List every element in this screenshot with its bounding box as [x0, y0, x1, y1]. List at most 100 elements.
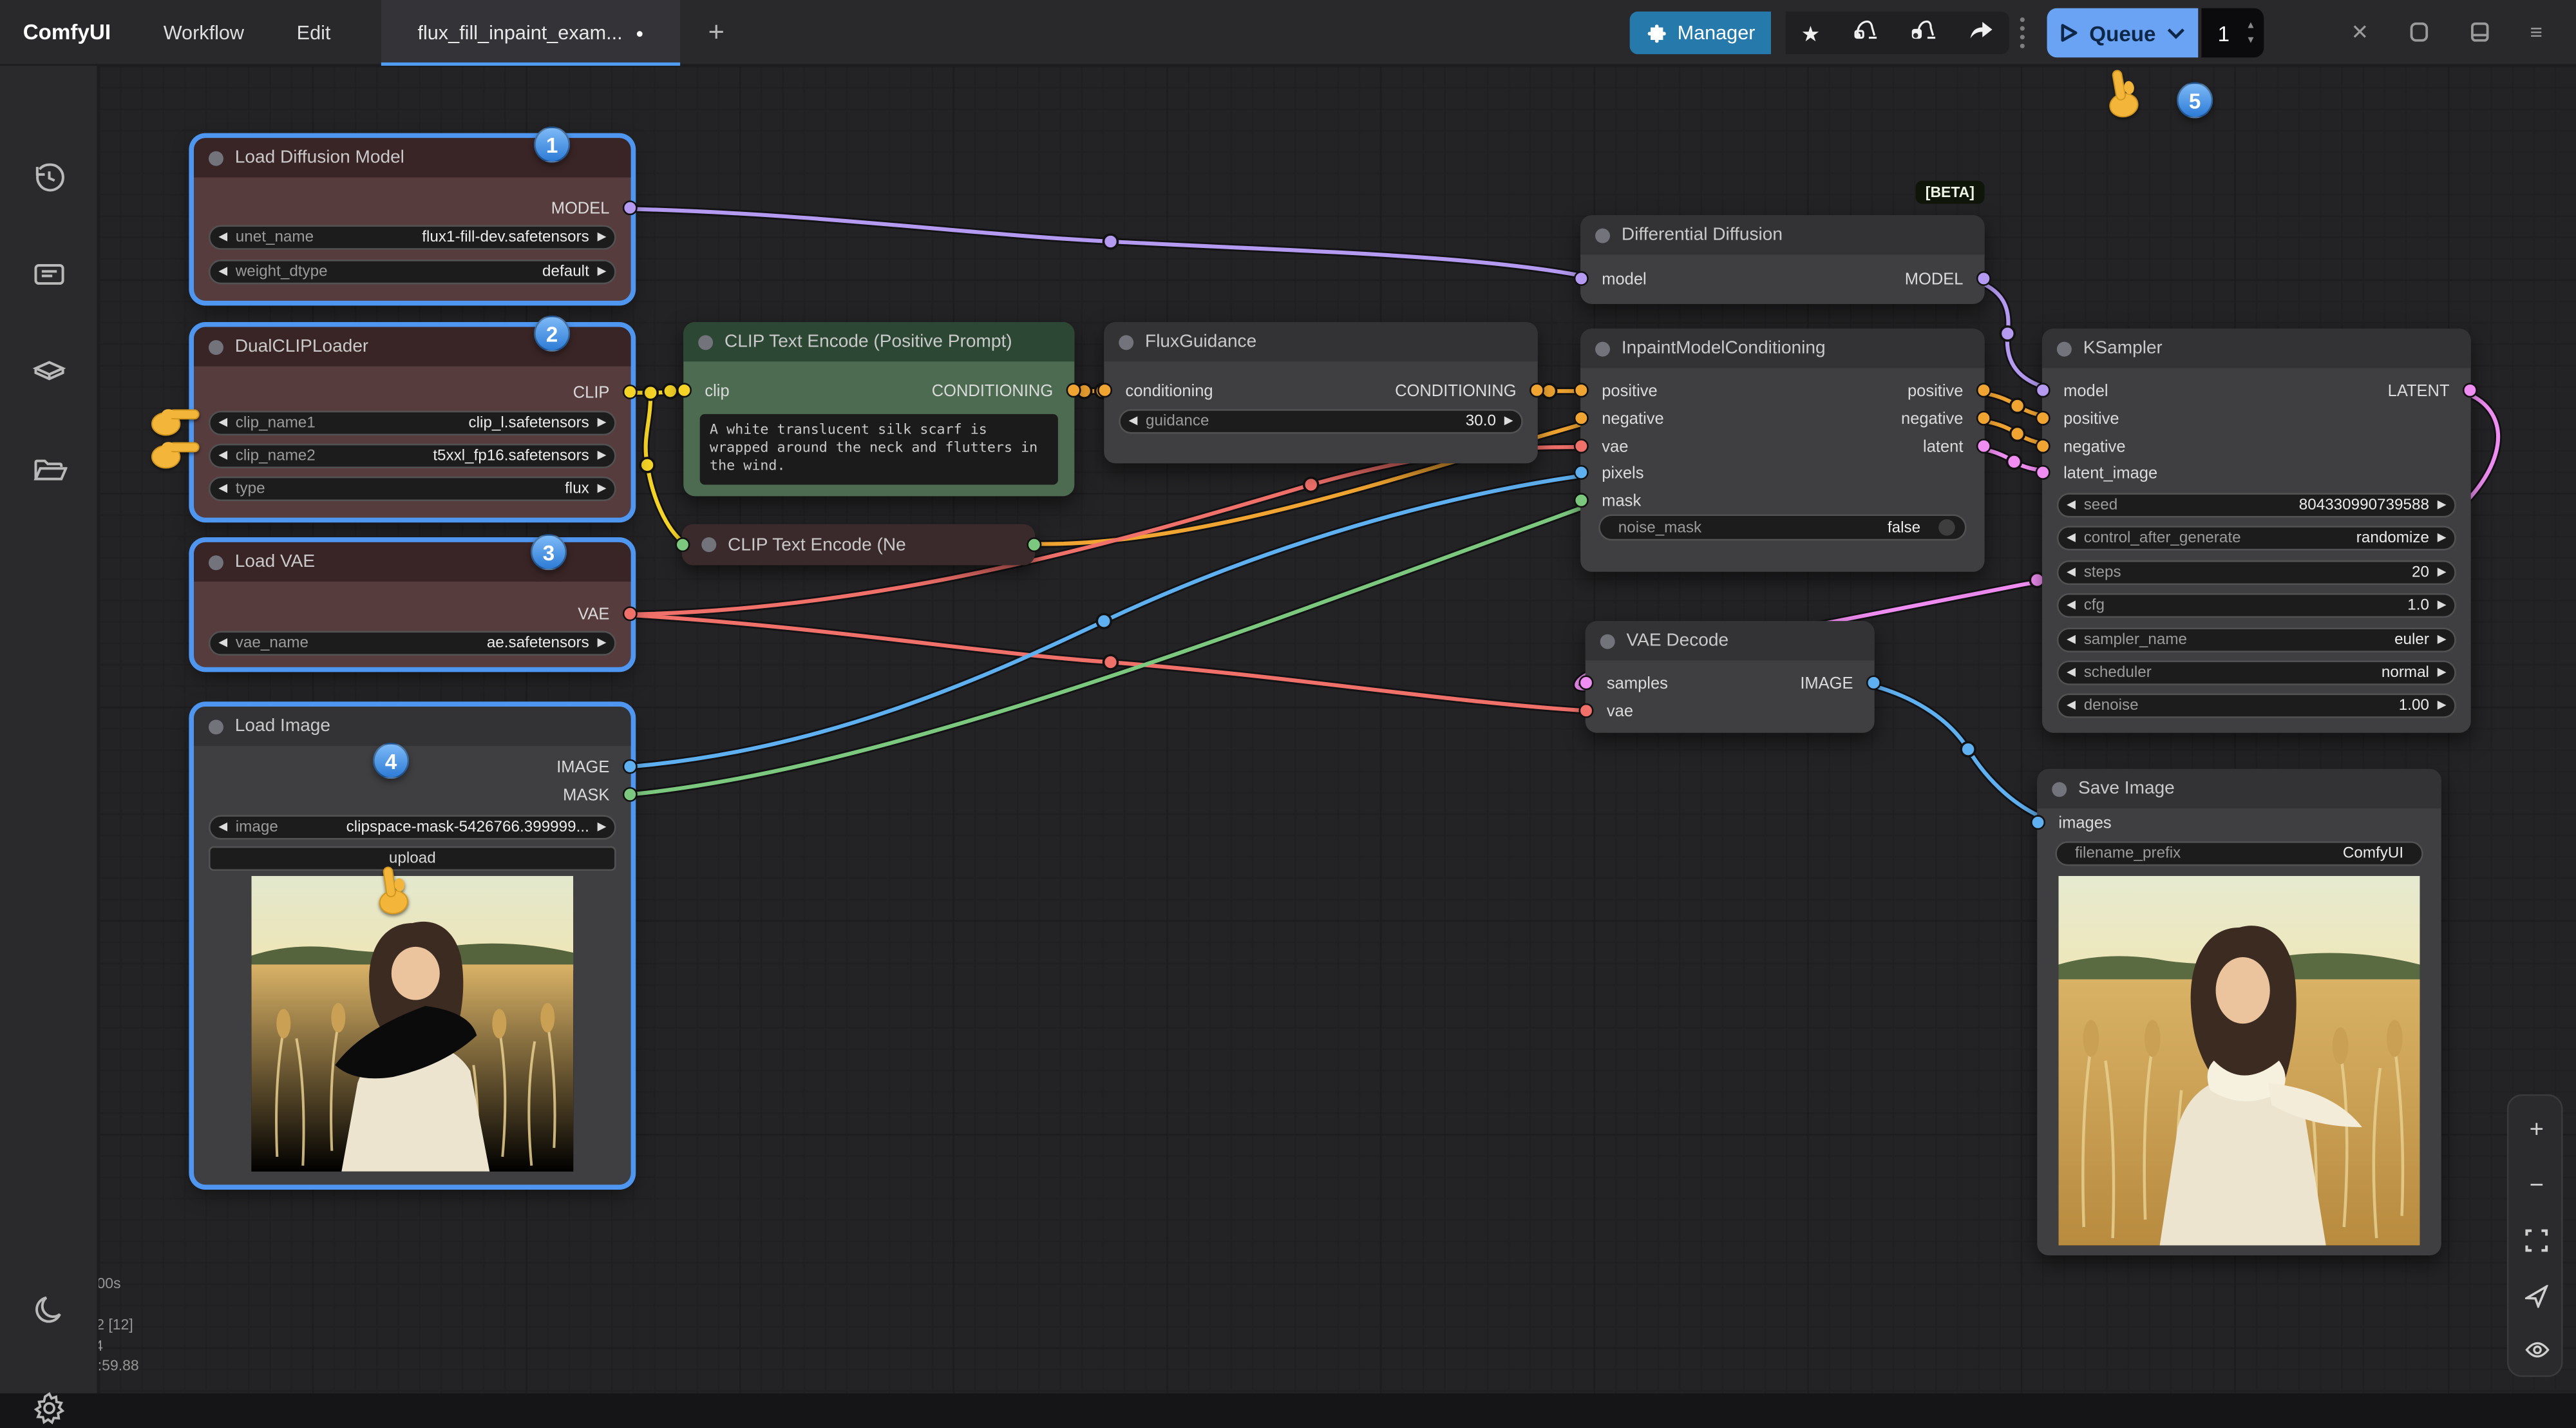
node-load-diffusion-model[interactable]: Load Diffusion Model MODEL ◀ unet_name f… — [194, 138, 631, 301]
drag-handle[interactable] — [2019, 17, 2025, 58]
input-pin-model[interactable] — [2036, 383, 2050, 397]
node-library-tab[interactable] — [30, 254, 69, 294]
output-pin-latent[interactable] — [1976, 439, 1991, 453]
output-pin-image[interactable] — [623, 759, 638, 774]
widget-weight-dtype[interactable]: ◀ weight_dtype default ▶ — [209, 260, 616, 284]
increment-arrow-icon[interactable]: ▶ — [598, 450, 607, 462]
output-pin-vae[interactable] — [623, 606, 638, 621]
increment-arrow-icon[interactable]: ▶ — [598, 638, 607, 649]
decrement-arrow-icon[interactable]: ◀ — [2067, 533, 2076, 545]
batch-decrement-icon[interactable]: ▼ — [2246, 35, 2255, 45]
output-pin-model[interactable] — [623, 200, 638, 215]
widget-scheduler[interactable]: ◀ scheduler normal ▶ — [2057, 661, 2456, 685]
workflows-tab[interactable] — [30, 450, 69, 490]
decrement-arrow-icon[interactable]: ◀ — [2067, 567, 2076, 578]
increment-arrow-icon[interactable]: ▶ — [2438, 701, 2447, 712]
node-vae-decode[interactable]: VAE Decode samples vae IMAGE — [1586, 621, 1875, 732]
toggle-knob[interactable] — [1938, 519, 1955, 536]
widget-filename-prefix[interactable]: filename_prefix ComfyUI — [2055, 841, 2423, 866]
decrement-arrow-icon[interactable]: ◀ — [218, 483, 227, 495]
increment-arrow-icon[interactable]: ▶ — [2438, 500, 2447, 511]
node-ksampler[interactable]: KSampler model positive negative latent_… — [2042, 328, 2471, 733]
input-pin-samples[interactable] — [1579, 675, 1594, 690]
node-header[interactable]: Differential Diffusion — [1580, 215, 1985, 254]
new-workflow-button[interactable]: + — [697, 13, 736, 52]
decrement-arrow-icon[interactable]: ◀ — [218, 822, 227, 833]
workflow-tab[interactable]: flux_fill_inpaint_exam... ● — [381, 0, 680, 66]
batch-count-stepper[interactable]: 1 ▲ ▼ — [2201, 8, 2264, 58]
output-pin-mask[interactable] — [623, 787, 638, 802]
output-pin-conditioning[interactable] — [1530, 383, 1544, 397]
decrement-arrow-icon[interactable]: ◀ — [2067, 634, 2076, 645]
node-load-image[interactable]: Load Image IMAGE MASK ◀ image clipspace-… — [194, 707, 631, 1185]
input-pin-negative[interactable] — [1574, 411, 1589, 426]
decrement-arrow-icon[interactable]: ◀ — [2067, 667, 2076, 679]
decrement-arrow-icon[interactable]: ◀ — [218, 638, 227, 649]
clear-queue-button[interactable] — [2409, 21, 2430, 48]
share-button[interactable] — [1967, 17, 1994, 48]
collapsed-input-pin[interactable] — [675, 537, 690, 552]
increment-arrow-icon[interactable]: ▶ — [2438, 567, 2447, 578]
manager-button[interactable]: Manager — [1630, 12, 1772, 54]
upload-button[interactable]: upload — [209, 846, 616, 871]
widget-image[interactable]: ◀ image clipspace-mask-5426766.399999...… — [209, 815, 616, 839]
decrement-arrow-icon[interactable]: ◀ — [2067, 701, 2076, 712]
output-pin-latent[interactable] — [2463, 383, 2477, 397]
increment-arrow-icon[interactable]: ▶ — [2438, 667, 2447, 679]
increment-arrow-icon[interactable]: ▶ — [598, 232, 607, 243]
model-library-tab[interactable] — [30, 352, 69, 391]
settings-button[interactable] — [30, 1389, 69, 1428]
widget-noise-mask[interactable]: noise_mask false — [1598, 514, 1966, 540]
increment-arrow-icon[interactable]: ▶ — [2438, 600, 2447, 612]
input-pin-vae[interactable] — [1579, 703, 1594, 718]
zoom-out-button[interactable]: − — [2508, 1165, 2564, 1204]
node-clip-text-encode-positive[interactable]: CLIP Text Encode (Positive Prompt) clip … — [683, 322, 1074, 496]
output-pin-model[interactable] — [1976, 271, 1991, 286]
increment-arrow-icon[interactable]: ▶ — [598, 266, 607, 278]
input-pin-conditioning[interactable] — [1097, 383, 1112, 397]
widget-clip-name2[interactable]: ◀ clip_name2 t5xxl_fp16.safetensors ▶ — [209, 444, 616, 468]
increment-arrow-icon[interactable]: ▶ — [598, 417, 607, 429]
main-menu-button[interactable]: ≡ — [2530, 21, 2543, 44]
input-pin-positive[interactable] — [1574, 383, 1589, 397]
node-header[interactable]: Load Image — [194, 707, 631, 746]
output-pin-clip[interactable] — [623, 385, 638, 399]
decrement-arrow-icon[interactable]: ◀ — [218, 266, 227, 278]
node-save-image[interactable]: Save Image images filename_prefix ComfyU… — [2037, 769, 2441, 1255]
node-flux-guidance[interactable]: FluxGuidance conditioning CONDITIONING ◀… — [1104, 322, 1537, 463]
node-load-vae[interactable]: Load VAE VAE ◀ vae_name ae.safetensors ▶ — [194, 542, 631, 667]
increment-arrow-icon[interactable]: ▶ — [598, 483, 607, 495]
node-header[interactable]: Save Image — [2037, 769, 2441, 808]
node-dual-clip-loader[interactable]: DualCLIPLoader CLIP ◀ clip_name1 clip_l.… — [194, 327, 631, 518]
decrement-arrow-icon[interactable]: ◀ — [218, 232, 227, 243]
queue-history-tab[interactable] — [30, 158, 69, 197]
widget-type[interactable]: ◀ type flux ▶ — [209, 477, 616, 501]
widget-seed[interactable]: ◀ seed 804330990739588 ▶ — [2057, 493, 2456, 517]
node-differential-diffusion[interactable]: Differential Diffusion model MODEL — [1580, 215, 1985, 304]
input-pin-positive[interactable] — [2036, 411, 2050, 426]
increment-arrow-icon[interactable]: ▶ — [1504, 415, 1513, 427]
zoom-in-button[interactable]: + — [2508, 1109, 2564, 1148]
input-pin-negative[interactable] — [2036, 439, 2050, 453]
decrement-arrow-icon[interactable]: ◀ — [1129, 415, 1138, 427]
decrement-arrow-icon[interactable]: ◀ — [218, 450, 227, 462]
output-pin-image[interactable] — [1866, 675, 1881, 690]
widget-denoise[interactable]: ◀ denoise 1.00 ▶ — [2057, 694, 2456, 719]
increment-arrow-icon[interactable]: ▶ — [2438, 634, 2447, 645]
fit-view-button[interactable] — [2508, 1221, 2564, 1260]
widget-sampler-name[interactable]: ◀ sampler_name euler ▶ — [2057, 627, 2456, 651]
output-pin-positive[interactable] — [1976, 383, 1991, 397]
output-pin-conditioning[interactable] — [1066, 383, 1081, 397]
node-header[interactable]: InpaintModelConditioning — [1580, 328, 1985, 368]
input-pin-images[interactable] — [2031, 815, 2045, 830]
input-pin-pixels[interactable] — [1574, 465, 1589, 480]
widget-unet-name[interactable]: ◀ unet_name flux1-fill-dev.safetensors ▶ — [209, 225, 616, 249]
theme-toggle-button[interactable] — [30, 1291, 69, 1331]
input-pin-vae[interactable] — [1574, 439, 1589, 453]
node-header[interactable]: VAE Decode — [1586, 621, 1875, 660]
batch-increment-icon[interactable]: ▲ — [2246, 21, 2255, 30]
clean-workflow-alt-button[interactable] — [1909, 17, 1937, 50]
increment-arrow-icon[interactable]: ▶ — [598, 822, 607, 833]
widget-steps[interactable]: ◀ steps 20 ▶ — [2057, 560, 2456, 584]
decrement-arrow-icon[interactable]: ◀ — [2067, 600, 2076, 612]
